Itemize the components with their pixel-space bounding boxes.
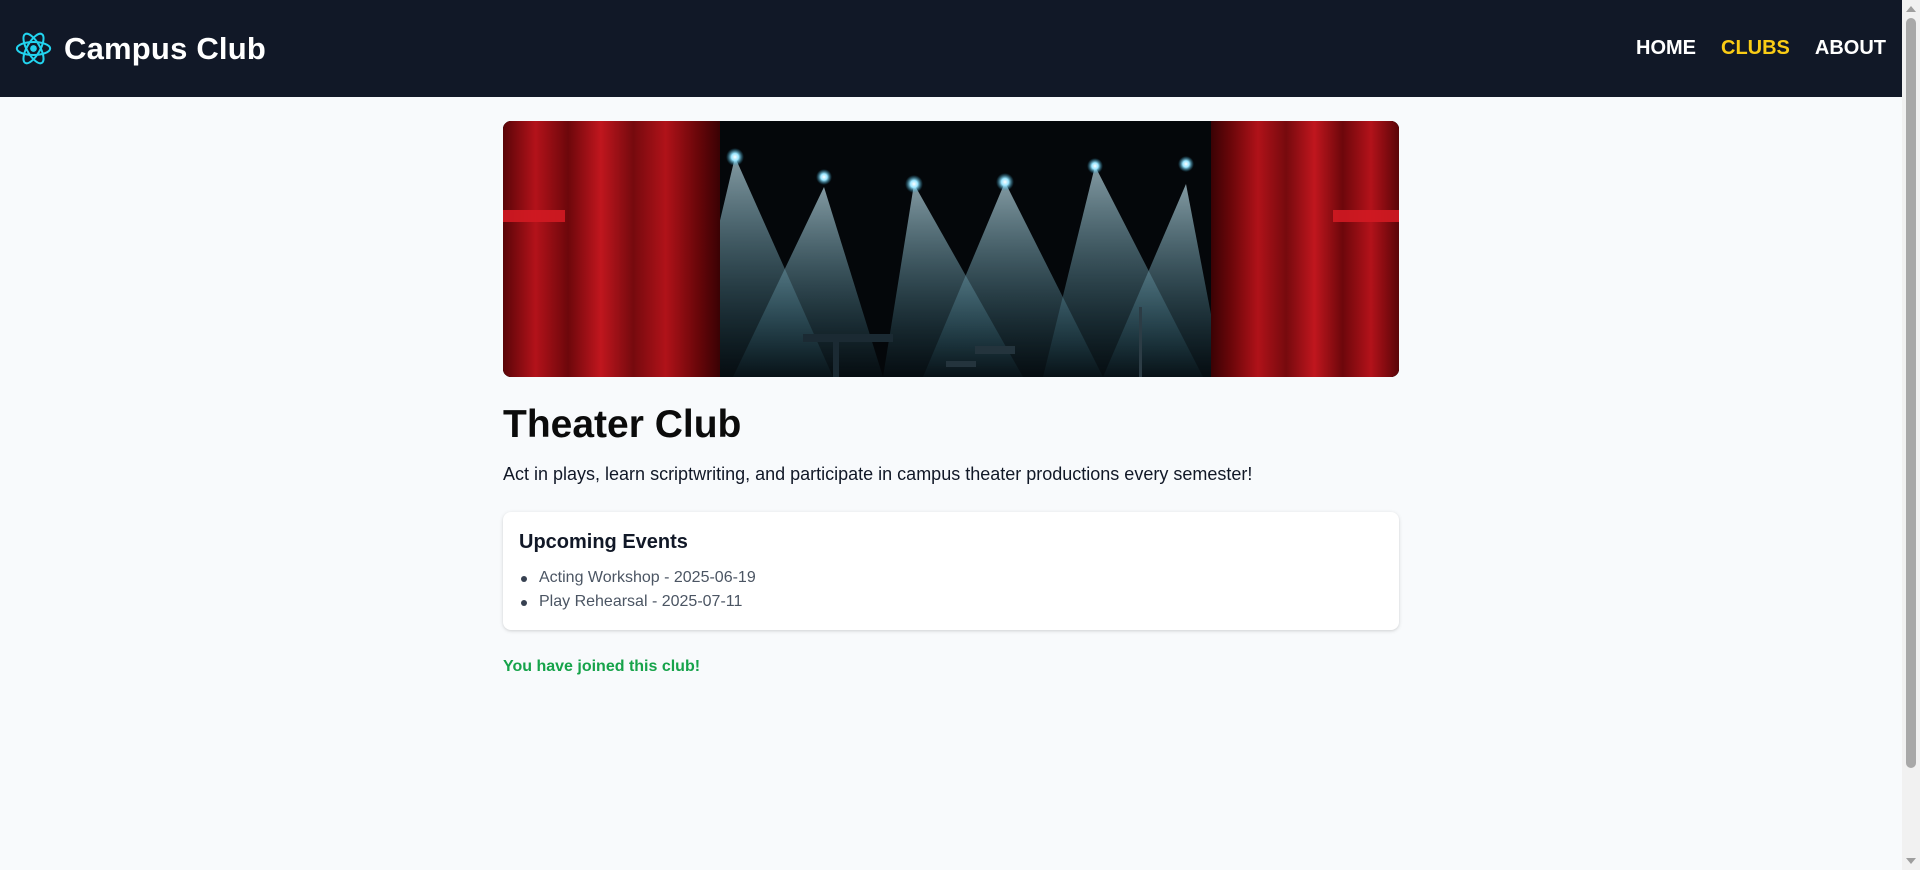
brand[interactable]: Campus Club [15,30,266,67]
club-description: Act in plays, learn scriptwriting, and p… [503,464,1253,484]
list-item: Play Rehearsal - 2025-07-11 [519,590,1383,614]
club-detail: Theater Club Act in plays, learn scriptw… [503,121,1399,676]
page-scrollbar[interactable] [1902,0,1920,870]
main-nav: HOME CLUBS ABOUT [1636,37,1886,60]
list-item: Acting Workshop - 2025-06-19 [519,566,1383,590]
top-navbar: Campus Club HOME CLUBS ABOUT [0,0,1902,97]
nav-about-link[interactable]: ABOUT [1815,37,1886,60]
scroll-down-arrow-icon[interactable] [1906,858,1916,864]
club-banner-image [503,121,1399,377]
upcoming-events-heading: Upcoming Events [519,531,688,553]
scroll-up-arrow-icon[interactable] [1906,6,1916,12]
react-atom-icon [15,30,52,67]
nav-clubs-link[interactable]: CLUBS [1721,37,1790,60]
scrollbar-thumb[interactable] [1906,18,1916,768]
brand-title: Campus Club [64,30,266,66]
events-list: Acting Workshop - 2025-06-19 Play Rehear… [519,566,1383,614]
club-name: Theater Club [503,403,742,446]
upcoming-events-card: Upcoming Events Acting Workshop - 2025-0… [503,512,1399,630]
membership-status-message: You have joined this club! [503,658,701,675]
nav-home-link[interactable]: HOME [1636,37,1696,60]
